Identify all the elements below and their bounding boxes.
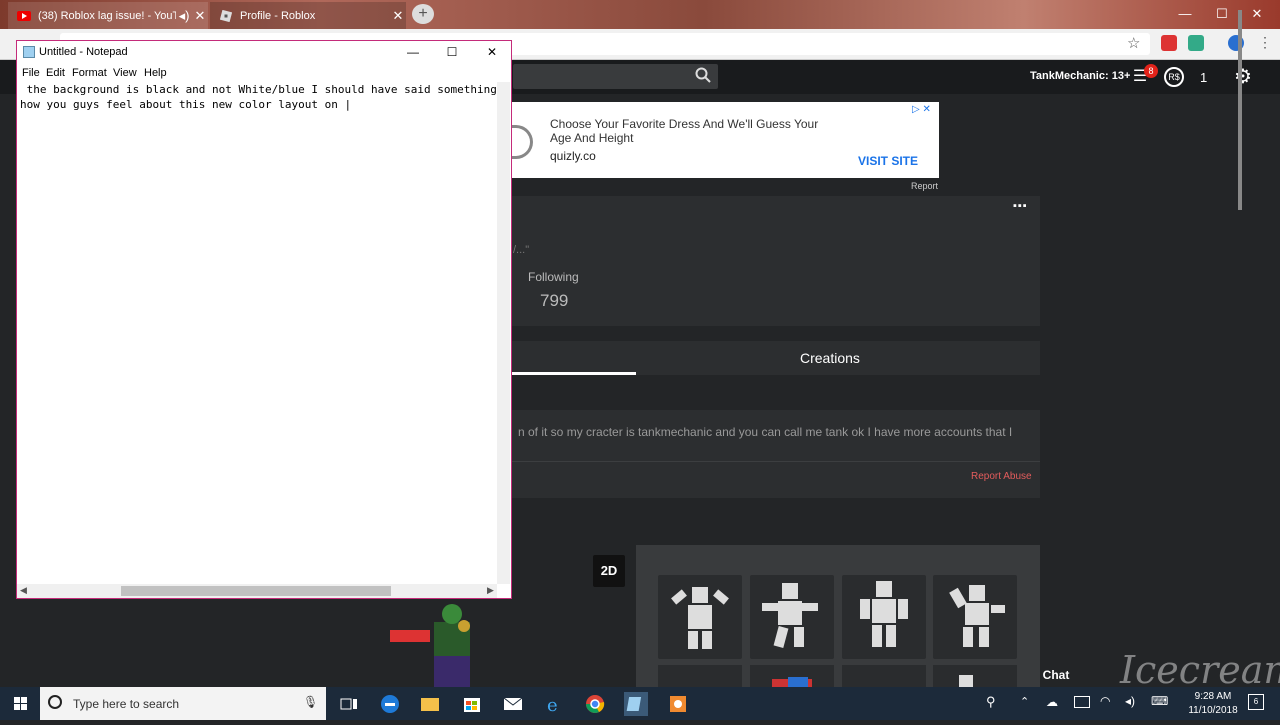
icecream-watermark: Icecream bbox=[1120, 648, 1280, 692]
notepad-icon bbox=[23, 46, 35, 58]
window-minimize-button[interactable]: — bbox=[1168, 0, 1202, 28]
taskbar-clock[interactable]: 9:28 AM 11/10/2018 bbox=[1178, 690, 1248, 718]
divider bbox=[512, 461, 1040, 462]
emote-thumbnail[interactable] bbox=[842, 575, 926, 659]
menu-view[interactable]: View bbox=[113, 67, 137, 79]
robux-count: 1 bbox=[1200, 70, 1208, 85]
cortana-icon bbox=[48, 695, 62, 709]
scroll-left-icon[interactable]: ◀ bbox=[20, 585, 27, 596]
mail-icon[interactable] bbox=[501, 692, 525, 716]
scroll-right-icon[interactable]: ▶ bbox=[487, 585, 494, 596]
adchoices-icon[interactable]: ▷ ✕ bbox=[912, 104, 931, 115]
emote-thumbnail[interactable] bbox=[750, 575, 834, 659]
ad-domain: quizly.co bbox=[550, 149, 596, 163]
following-label: Following bbox=[528, 270, 579, 284]
notepad-taskbar-icon[interactable] bbox=[624, 692, 648, 716]
notification-badge: 8 bbox=[1144, 64, 1158, 78]
recorder-icon[interactable] bbox=[666, 692, 690, 716]
report-abuse-link[interactable]: Report Abuse bbox=[971, 471, 1032, 482]
menu-format[interactable]: Format bbox=[72, 67, 107, 79]
clock-time: 9:28 AM bbox=[1194, 691, 1232, 702]
username-label[interactable]: TankMechanic: 13+ bbox=[1030, 70, 1130, 82]
extension-icon[interactable] bbox=[1188, 35, 1204, 51]
extension-icon[interactable] bbox=[1161, 35, 1177, 51]
toggle-2d-button[interactable]: 2D bbox=[593, 555, 625, 587]
about-description: n of it so my cracter is tankmechanic an… bbox=[518, 425, 1013, 439]
close-tab-icon[interactable]: ✕ bbox=[390, 8, 406, 24]
windows-start-button[interactable] bbox=[0, 687, 40, 720]
active-tab-indicator bbox=[512, 372, 636, 375]
more-options-icon[interactable]: ▪▪▪ bbox=[1013, 200, 1028, 212]
tab-creations[interactable]: Creations bbox=[800, 350, 860, 366]
menu-file[interactable]: File bbox=[22, 67, 40, 79]
keyboard-icon[interactable]: ⌨ bbox=[1151, 694, 1168, 708]
profile-header-card bbox=[512, 196, 1040, 326]
task-view-icon[interactable] bbox=[337, 692, 361, 716]
internet-explorer-icon[interactable]: e bbox=[542, 692, 566, 716]
ad-title[interactable]: Choose Your Favorite Dress And We'll Gue… bbox=[550, 117, 820, 145]
network-icon[interactable]: ☁ bbox=[1046, 695, 1058, 709]
close-tab-icon[interactable]: ✕ bbox=[192, 8, 208, 24]
new-tab-button[interactable]: + bbox=[412, 4, 434, 24]
youtube-icon bbox=[16, 8, 32, 24]
tab-roblox-profile[interactable]: Profile - Roblox ✕ bbox=[210, 2, 406, 29]
tab-title: Profile - Roblox bbox=[240, 9, 316, 22]
notepad-close-button[interactable]: ✕ bbox=[477, 43, 507, 61]
following-count[interactable]: 799 bbox=[540, 291, 568, 311]
store-icon[interactable] bbox=[460, 692, 484, 716]
notepad-minimize-button[interactable]: — bbox=[398, 43, 428, 61]
edge-icon[interactable] bbox=[378, 692, 402, 716]
action-center-icon[interactable]: 6 bbox=[1248, 694, 1264, 710]
volume-icon[interactable]: ◂) bbox=[1125, 694, 1135, 708]
clock-date: 11/10/2018 bbox=[1188, 705, 1238, 716]
window-close-button[interactable]: ✕ bbox=[1240, 0, 1274, 28]
menu-help[interactable]: Help bbox=[144, 67, 167, 79]
notepad-text-area[interactable]: the background is black and not White/bl… bbox=[20, 82, 496, 582]
tab-title: (38) Roblox lag issue! - YouT bbox=[38, 9, 176, 22]
status-text: /..." bbox=[513, 244, 530, 256]
emote-thumbnail[interactable] bbox=[658, 575, 742, 659]
roblox-icon bbox=[218, 8, 234, 24]
people-icon[interactable]: ⚲ bbox=[986, 694, 996, 710]
search-icon[interactable] bbox=[695, 67, 713, 85]
ad-report-link[interactable]: Report bbox=[911, 181, 938, 191]
about-card bbox=[512, 410, 1040, 498]
ad-visit-button[interactable]: VISIT SITE bbox=[858, 154, 918, 168]
robux-icon[interactable]: R$ bbox=[1164, 67, 1184, 87]
settings-gear-icon[interactable]: ⚙ bbox=[1232, 66, 1254, 88]
taskbar-search-placeholder: Type here to search bbox=[73, 697, 180, 711]
chevron-up-icon[interactable]: ⌃ bbox=[1020, 695, 1029, 708]
svg-text:e: e bbox=[547, 695, 558, 716]
search-input[interactable] bbox=[513, 64, 718, 89]
page-scrollbar[interactable] bbox=[1238, 10, 1242, 210]
notepad-maximize-button[interactable]: ☐ bbox=[437, 43, 467, 61]
tab-youtube[interactable]: (38) Roblox lag issue! - YouT ◂) ✕ bbox=[8, 2, 208, 29]
window-maximize-button[interactable]: ☐ bbox=[1205, 0, 1239, 28]
notepad-vertical-scrollbar[interactable] bbox=[497, 82, 510, 584]
avatar-image bbox=[390, 600, 480, 690]
battery-icon[interactable] bbox=[1074, 696, 1090, 708]
speaker-icon[interactable]: ◂) bbox=[176, 8, 192, 24]
profile-tabs bbox=[512, 341, 1040, 375]
wifi-icon[interactable]: ◠ bbox=[1100, 694, 1110, 708]
file-explorer-icon[interactable] bbox=[418, 692, 442, 716]
microphone-icon[interactable]: 🎙 bbox=[303, 695, 318, 711]
kebab-menu-icon[interactable]: ⋮ bbox=[1258, 34, 1272, 51]
chrome-icon[interactable] bbox=[583, 692, 607, 716]
notepad-title: Untitled - Notepad bbox=[39, 46, 128, 58]
emote-thumbnail[interactable] bbox=[933, 575, 1017, 659]
bookmark-star-icon[interactable]: ☆ bbox=[1127, 34, 1140, 52]
menu-edit[interactable]: Edit bbox=[46, 67, 65, 79]
scrollbar-thumb[interactable] bbox=[121, 586, 391, 596]
chat-button[interactable]: Chat bbox=[1032, 663, 1080, 687]
